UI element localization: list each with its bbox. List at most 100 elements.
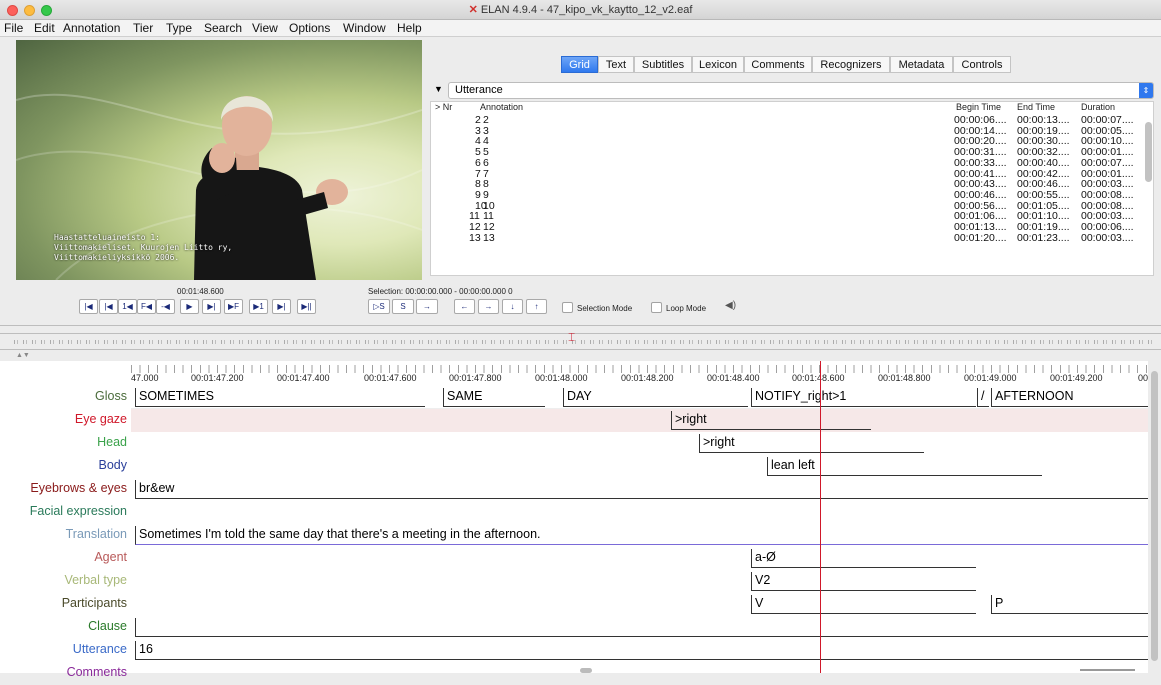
annotation[interactable]: NOTIFY_right>1 (751, 388, 976, 407)
tab-controls[interactable]: Controls (953, 56, 1011, 73)
tab-metadata[interactable]: Metadata (890, 56, 953, 73)
tier-row[interactable]: lean left (131, 455, 1148, 478)
tier-label[interactable]: Eye gaze (0, 412, 127, 426)
playback-button[interactable]: ▶| (272, 299, 291, 314)
grid-scrollbar[interactable] (1145, 122, 1152, 182)
tab-text[interactable]: Text (598, 56, 634, 73)
tier-label[interactable]: Clause (0, 619, 127, 633)
playhead-cursor[interactable] (820, 361, 821, 673)
annotation[interactable]: DAY (563, 388, 748, 407)
menu-annotation[interactable]: Annotation (63, 21, 120, 35)
tier-label[interactable]: Comments (0, 665, 127, 679)
menu-options[interactable]: Options (289, 21, 330, 35)
menu-edit[interactable]: Edit (34, 21, 55, 35)
annotation[interactable]: 16 (135, 641, 1148, 660)
playback-button[interactable]: |◀ (99, 299, 118, 314)
timeline-viewer[interactable]: 47.000 00:01:47.200 00:01:47.400 00:01:47.6… (0, 361, 1148, 679)
navigate-button[interactable]: ↓ (502, 299, 523, 314)
horizontal-scroll-thumb[interactable] (580, 668, 592, 673)
tier-row[interactable]: Sometimes I'm told the same day that the… (131, 524, 1148, 547)
tab-subtitles[interactable]: Subtitles (634, 56, 692, 73)
menu-file[interactable]: File (4, 21, 23, 35)
navigate-button[interactable]: → (478, 299, 499, 314)
tier-label[interactable]: Body (0, 458, 128, 472)
annotation[interactable]: Sometimes I'm told the same day that the… (135, 526, 1148, 545)
annotation[interactable]: AFTERNOON (991, 388, 1148, 407)
tier-label[interactable]: Head (0, 435, 127, 449)
tab-recognizers[interactable]: Recognizers (812, 56, 890, 73)
annotation[interactable]: V2 (751, 572, 976, 591)
tier-label[interactable]: Translation (0, 527, 127, 541)
tier-row[interactable]: br&ew (131, 478, 1148, 501)
tier-row[interactable]: VP (131, 593, 1148, 616)
tier-label[interactable]: Agent (0, 550, 127, 564)
annotation[interactable]: P (991, 595, 1148, 614)
tab-lexicon[interactable]: Lexicon (692, 56, 744, 73)
tier-select[interactable]: Utterance ⇕ (448, 82, 1154, 99)
panel-divider[interactable] (0, 325, 1161, 326)
volume-icon[interactable]: ◀︎) (725, 300, 736, 311)
annotation[interactable]: SOMETIMES (135, 388, 425, 407)
playback-button[interactable]: F◀ (137, 299, 156, 314)
menu-type[interactable]: Type (166, 21, 192, 35)
timeline-scroll-thumb[interactable] (1151, 371, 1158, 661)
tier-row[interactable]: >right (131, 409, 1148, 432)
annotation[interactable]: br&ew (135, 480, 1148, 499)
tier-row[interactable]: SOMETIMES SAME DAY NOTIFY_right>1/AFTERNOON (131, 386, 1148, 409)
selection-button[interactable]: S (392, 299, 414, 314)
tier-row[interactable]: >right (131, 432, 1148, 455)
tier-row[interactable]: V2 (131, 570, 1148, 593)
playback-button[interactable]: 1◀ (118, 299, 137, 314)
annotation[interactable] (135, 618, 1148, 637)
playback-button[interactable]: ▶ (180, 299, 199, 314)
tier-label[interactable]: Participants (0, 596, 127, 610)
annotation[interactable]: SAME (443, 388, 545, 407)
menu-help[interactable]: Help (397, 21, 422, 35)
col-nr[interactable]: > Nr (435, 102, 452, 112)
annotation[interactable]: >right (699, 434, 924, 453)
tier-row[interactable]: a-Ø (131, 547, 1148, 570)
col-duration[interactable]: Duration (1081, 102, 1115, 112)
tab-comments[interactable]: Comments (744, 56, 812, 73)
annotation[interactable]: a-Ø (751, 549, 976, 568)
annotation[interactable]: lean left (767, 457, 1042, 476)
selection-button[interactable]: ▷S (368, 299, 390, 314)
menu-search[interactable]: Search (204, 21, 242, 35)
tier-label[interactable]: Utterance (0, 642, 127, 656)
tier-row[interactable] (131, 501, 1148, 524)
annotation[interactable]: V (751, 595, 976, 614)
tier-label[interactable]: Eyebrows & eyes (0, 481, 127, 495)
tier-row[interactable] (131, 616, 1148, 639)
playback-button[interactable]: -◀ (156, 299, 175, 314)
tab-grid[interactable]: Grid (561, 56, 598, 73)
tier-label[interactable]: Facial expression (0, 504, 127, 518)
timeline-scrollbar[interactable] (1148, 361, 1161, 673)
tier-label[interactable]: Verbal type (0, 573, 127, 587)
annotation[interactable]: >right (671, 411, 871, 430)
col-begin-time[interactable]: Begin Time (956, 102, 1001, 112)
annotation[interactable]: / (977, 388, 989, 407)
table-row[interactable]: 13 13 00:01:20.... 00:01:23.... 00:00:03.... (431, 232, 1145, 244)
zoom-slider[interactable] (1080, 669, 1135, 671)
selection-button[interactable]: → (416, 299, 438, 314)
playback-button[interactable]: ▶|| (297, 299, 316, 314)
playback-button[interactable]: ▶1 (249, 299, 268, 314)
waveform-overview[interactable] (14, 340, 1152, 344)
tier-label[interactable]: Gloss (0, 389, 127, 403)
menu-tier[interactable]: Tier (133, 21, 153, 35)
loop-mode-checkbox[interactable] (651, 302, 662, 313)
playback-button[interactable]: ▶F (224, 299, 243, 314)
tier-row[interactable] (131, 662, 1148, 685)
video-player[interactable]: Haastatteluaineisto 1: Viittomakieliset.… (16, 40, 422, 280)
timeline-menu-icon[interactable]: ▲▼ (16, 352, 30, 359)
playback-button[interactable]: ▶| (202, 299, 221, 314)
tier-row[interactable]: 16 (131, 639, 1148, 662)
selection-mode-checkbox[interactable] (562, 302, 573, 313)
playback-button[interactable]: |◀ (79, 299, 98, 314)
navigate-button[interactable]: ← (454, 299, 475, 314)
navigate-button[interactable]: ↑ (526, 299, 547, 314)
grid-toggle-icon[interactable]: ▼ (434, 84, 443, 94)
col-end-time[interactable]: End Time (1017, 102, 1055, 112)
col-annotation[interactable]: Annotation (480, 102, 523, 112)
menu-view[interactable]: View (252, 21, 278, 35)
